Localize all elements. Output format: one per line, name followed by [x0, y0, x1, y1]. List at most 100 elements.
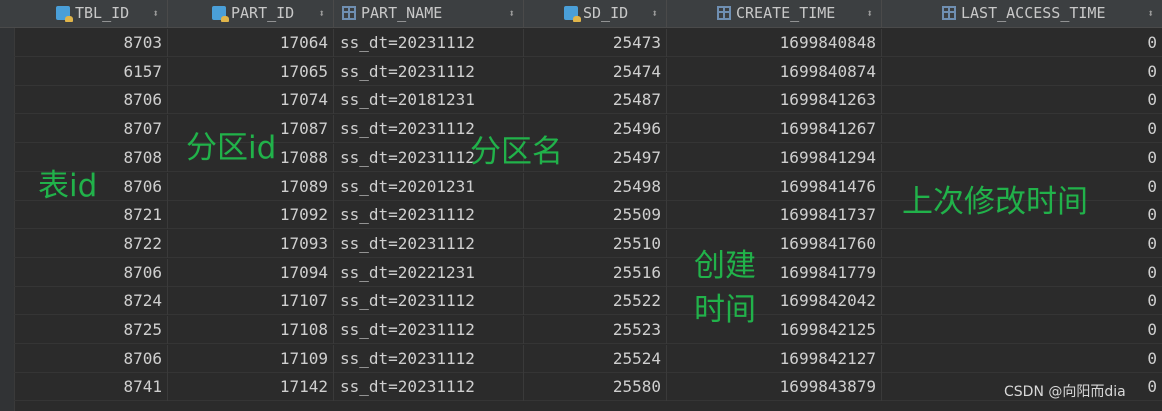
- cell-sd-id[interactable]: 25510: [524, 229, 667, 258]
- cell-sd-id[interactable]: 25496: [524, 115, 667, 144]
- cell-create-time[interactable]: 1699841263: [667, 86, 882, 115]
- table-row[interactable]: 6157 17065 ss_dt=20231112 25474 1699840874 0: [14, 57, 1162, 86]
- cell-create-time[interactable]: 1699841476: [667, 172, 882, 201]
- sort-arrows-icon[interactable]: ⬍: [152, 0, 159, 27]
- cell-sd-id[interactable]: 25524: [524, 344, 667, 373]
- cell-part-id[interactable]: 17109: [168, 344, 334, 373]
- cell-create-time[interactable]: 1699842042: [667, 287, 882, 316]
- cell-part-id[interactable]: 17089: [168, 172, 334, 201]
- table-row[interactable]: 8721 17092 ss_dt=20231112 25509 1699841737 0: [14, 201, 1162, 230]
- cell-tbl-id[interactable]: 8706: [14, 344, 168, 373]
- table-row[interactable]: 8707 17087 ss_dt=20231112 25496 1699841267 0: [14, 115, 1162, 144]
- cell-part-name[interactable]: ss_dt=20231112: [334, 29, 524, 57]
- sort-arrows-icon[interactable]: ⬍: [651, 0, 658, 27]
- cell-part-name[interactable]: ss_dt=20231112: [334, 344, 524, 373]
- cell-create-time[interactable]: 1699841779: [667, 258, 882, 287]
- cell-part-name[interactable]: ss_dt=20231112: [334, 287, 524, 316]
- cell-last-access-time[interactable]: 0: [882, 201, 1162, 229]
- cell-tbl-id[interactable]: 8741: [14, 373, 168, 402]
- cell-part-id[interactable]: 17074: [168, 86, 334, 115]
- cell-tbl-id[interactable]: 8707: [14, 115, 168, 144]
- cell-last-access-time[interactable]: 0: [882, 144, 1162, 172]
- sort-arrows-icon[interactable]: ⬍: [508, 0, 515, 27]
- cell-sd-id[interactable]: 25473: [524, 29, 667, 57]
- column-header-part-id[interactable]: PART_ID ⬍: [168, 0, 334, 27]
- cell-last-access-time[interactable]: 0: [882, 86, 1162, 114]
- cell-part-name[interactable]: ss_dt=20231112: [334, 143, 524, 172]
- cell-tbl-id[interactable]: 8722: [14, 229, 168, 258]
- column-header-part-name[interactable]: PART_NAME ⬍: [334, 0, 524, 27]
- cell-part-name[interactable]: ss_dt=20201231: [334, 172, 524, 201]
- cell-create-time[interactable]: 1699841294: [667, 143, 882, 172]
- cell-last-access-time[interactable]: 0: [882, 316, 1162, 344]
- cell-last-access-time[interactable]: 0: [882, 259, 1162, 287]
- table-row[interactable]: 8706 17109 ss_dt=20231112 25524 1699842127 0: [14, 344, 1162, 373]
- sort-arrows-icon[interactable]: ⬍: [866, 0, 873, 27]
- cell-sd-id[interactable]: 25497: [524, 143, 667, 172]
- cell-sd-id[interactable]: 25509: [524, 201, 667, 230]
- cell-create-time[interactable]: 1699840848: [667, 29, 882, 57]
- cell-part-name[interactable]: ss_dt=20231112: [334, 373, 524, 402]
- cell-create-time[interactable]: 1699842127: [667, 344, 882, 373]
- cell-tbl-id[interactable]: 6157: [14, 57, 168, 86]
- column-header-sd-id[interactable]: SD_ID ⬍: [524, 0, 667, 27]
- cell-tbl-id[interactable]: 8721: [14, 201, 168, 230]
- sort-arrows-icon[interactable]: ⬍: [1147, 0, 1154, 27]
- cell-part-id[interactable]: 17142: [168, 373, 334, 402]
- cell-part-name[interactable]: ss_dt=20231112: [334, 57, 524, 86]
- table-row[interactable]: 8722 17093 ss_dt=20231112 25510 1699841760 0: [14, 229, 1162, 258]
- cell-tbl-id[interactable]: 8706: [14, 172, 168, 201]
- cell-part-id[interactable]: 17093: [168, 229, 334, 258]
- cell-part-id[interactable]: 17092: [168, 201, 334, 230]
- table-row[interactable]: 8706 17094 ss_dt=20221231 25516 1699841779 0: [14, 258, 1162, 287]
- cell-last-access-time[interactable]: 0: [882, 29, 1162, 57]
- cell-last-access-time[interactable]: 0: [882, 287, 1162, 315]
- cell-sd-id[interactable]: 25523: [524, 316, 667, 344]
- cell-create-time[interactable]: 1699840874: [667, 57, 882, 86]
- column-header-tbl-id[interactable]: TBL_ID ⬍: [0, 0, 168, 27]
- cell-part-id[interactable]: 17087: [168, 115, 334, 144]
- cell-part-name[interactable]: ss_dt=20231112: [334, 115, 524, 144]
- cell-tbl-id[interactable]: 8706: [14, 86, 168, 115]
- table-row[interactable]: 8706 17089 ss_dt=20201231 25498 1699841476 0: [14, 172, 1162, 201]
- table-row[interactable]: 8724 17107 ss_dt=20231112 25522 1699842042 0: [14, 287, 1162, 316]
- cell-tbl-id[interactable]: 8708: [14, 143, 168, 172]
- table-row[interactable]: 8703 17064 ss_dt=20231112 25473 1699840848 0: [14, 29, 1162, 57]
- cell-last-access-time[interactable]: 0: [882, 115, 1162, 143]
- cell-sd-id[interactable]: 25580: [524, 373, 667, 402]
- column-header-create-time[interactable]: CREATE_TIME ⬍: [667, 0, 882, 27]
- cell-sd-id[interactable]: 25516: [524, 258, 667, 287]
- cell-tbl-id[interactable]: 8725: [14, 316, 168, 344]
- cell-part-name[interactable]: ss_dt=20221231: [334, 258, 524, 287]
- cell-sd-id[interactable]: 25498: [524, 172, 667, 201]
- cell-sd-id[interactable]: 25474: [524, 57, 667, 86]
- cell-create-time[interactable]: 1699842125: [667, 316, 882, 344]
- cell-part-id[interactable]: 17108: [168, 316, 334, 344]
- cell-part-id[interactable]: 17065: [168, 57, 334, 86]
- table-row[interactable]: 8741 17142 ss_dt=20231112 25580 1699843879 0: [14, 373, 1162, 402]
- cell-last-access-time[interactable]: 0: [882, 345, 1162, 373]
- cell-part-id[interactable]: 17064: [168, 29, 334, 57]
- cell-create-time[interactable]: 1699843879: [667, 373, 882, 402]
- cell-create-time[interactable]: 1699841267: [667, 115, 882, 144]
- cell-part-name[interactable]: ss_dt=20231112: [334, 316, 524, 344]
- cell-part-name[interactable]: ss_dt=20231112: [334, 201, 524, 230]
- table-row[interactable]: 8708 17088 ss_dt=20231112 25497 1699841294 0: [14, 143, 1162, 172]
- column-header-last-access-time[interactable]: LAST_ACCESS_TIME ⬍: [882, 0, 1162, 27]
- cell-last-access-time[interactable]: 0: [882, 58, 1162, 86]
- cell-part-name[interactable]: ss_dt=20181231: [334, 86, 524, 115]
- cell-create-time[interactable]: 1699841760: [667, 229, 882, 258]
- cell-sd-id[interactable]: 25522: [524, 287, 667, 316]
- cell-create-time[interactable]: 1699841737: [667, 201, 882, 230]
- cell-part-id[interactable]: 17107: [168, 287, 334, 316]
- cell-part-name[interactable]: ss_dt=20231112: [334, 229, 524, 258]
- cell-part-id[interactable]: 17094: [168, 258, 334, 287]
- table-row[interactable]: 8706 17074 ss_dt=20181231 25487 1699841263 0: [14, 86, 1162, 115]
- cell-part-id[interactable]: 17088: [168, 143, 334, 172]
- cell-tbl-id[interactable]: 8706: [14, 258, 168, 287]
- cell-tbl-id[interactable]: 8703: [14, 29, 168, 57]
- table-row[interactable]: 8725 17108 ss_dt=20231112 25523 1699842125 0: [14, 316, 1162, 344]
- cell-sd-id[interactable]: 25487: [524, 86, 667, 115]
- sort-arrows-icon[interactable]: ⬍: [318, 0, 325, 27]
- cell-tbl-id[interactable]: 8724: [14, 287, 168, 316]
